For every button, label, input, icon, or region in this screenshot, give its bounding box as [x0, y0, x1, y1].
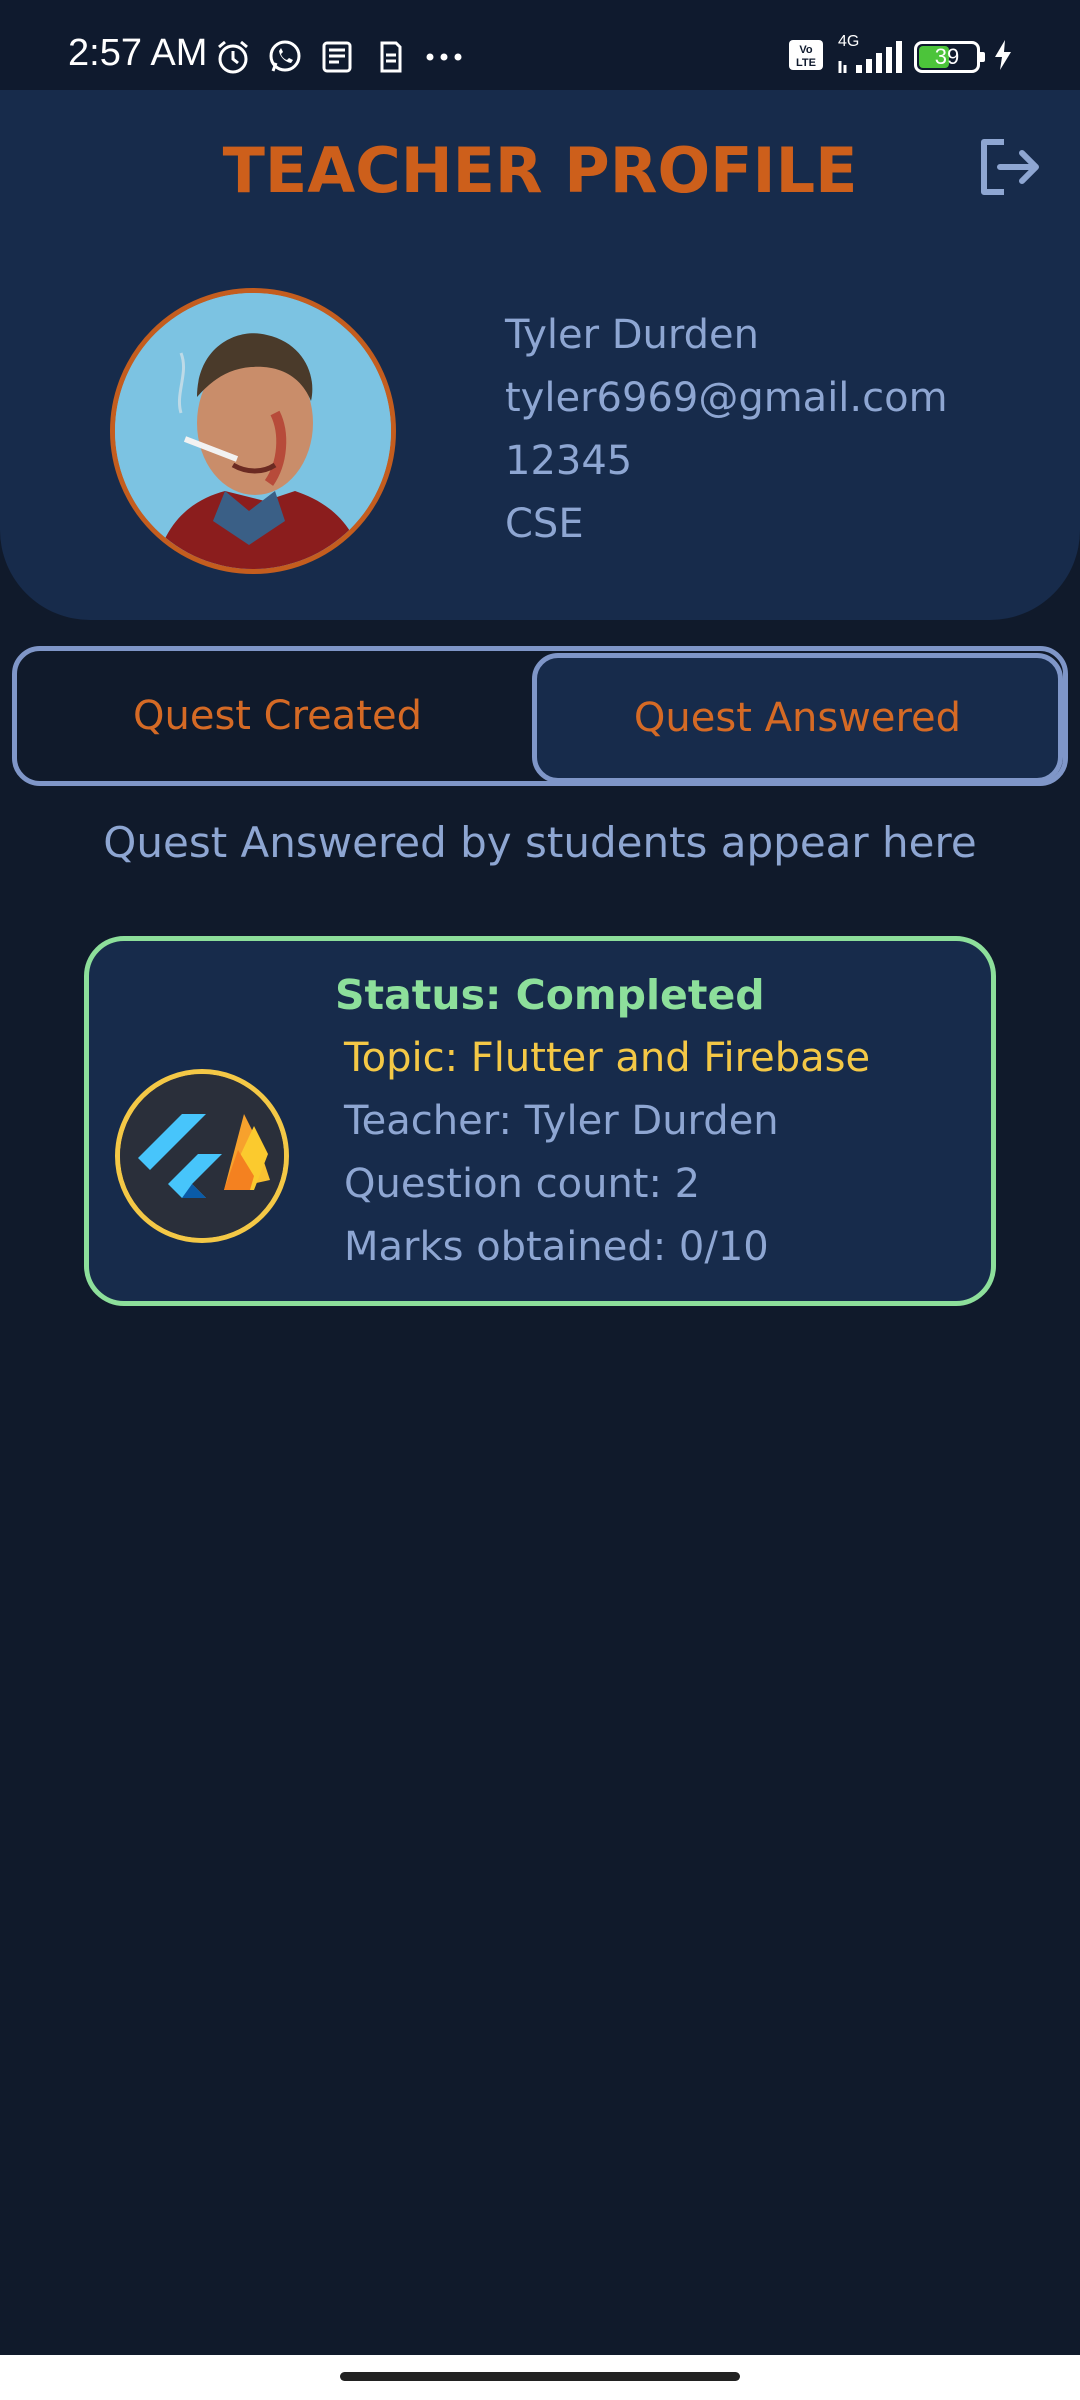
- status-bar: 2:57 AM Vo LTE 4G 39: [0, 0, 1080, 90]
- battery-icon: 39: [914, 41, 985, 73]
- status-icons-right: Vo LTE 4G 39: [788, 33, 1014, 76]
- avatar: [110, 288, 396, 574]
- alarm-icon: [214, 38, 252, 76]
- battery-level: 39: [934, 44, 960, 69]
- profile-department: CSE: [505, 501, 584, 547]
- section-hint: Quest Answered by students appear here: [103, 818, 977, 867]
- logout-button[interactable]: [974, 132, 1044, 202]
- tab-quest-answered[interactable]: Quest Answered: [532, 653, 1063, 783]
- volte-icon: Vo LTE: [788, 38, 824, 76]
- more-dots-icon: [422, 38, 462, 76]
- page-title: TEACHER PROFILE: [222, 134, 858, 207]
- status-time: 2:57 AM: [68, 32, 208, 74]
- flutter-firebase-icon: [115, 1069, 289, 1243]
- profile-email: tyler6969@gmail.com: [505, 375, 948, 421]
- signal-icon: 4G: [836, 33, 902, 75]
- status-icons-left: [214, 38, 462, 76]
- quest-question-count: Question count: 2: [344, 1161, 701, 1207]
- tab-quest-created[interactable]: Quest Created: [17, 651, 538, 781]
- home-indicator[interactable]: [340, 2372, 740, 2381]
- svg-text:LTE: LTE: [796, 57, 816, 69]
- quest-tabs: Quest Created Quest Answered: [12, 646, 1068, 786]
- whatsapp-icon: [266, 38, 304, 76]
- screen: 2:57 AM Vo LTE 4G 39 TEACHER PROFILE Tyl…: [0, 0, 1080, 2400]
- charging-icon: [992, 38, 1014, 76]
- logout-icon: [981, 139, 1039, 195]
- quest-teacher: Teacher: Tyler Durden: [344, 1098, 779, 1144]
- quest-marks: Marks obtained: 0/10: [344, 1224, 769, 1270]
- profile-id: 12345: [505, 438, 633, 484]
- news-icon: [318, 38, 356, 76]
- profile-header: TEACHER PROFILE Tyler Durden tyler6969@g…: [0, 90, 1080, 620]
- quest-card[interactable]: Status: Completed Topic: Flutter and Fir…: [84, 936, 996, 1306]
- profile-info: Tyler Durden tyler6969@gmail.com 12345 C…: [505, 304, 948, 556]
- sim-icon: [370, 38, 408, 76]
- svg-text:Vo: Vo: [799, 44, 813, 56]
- quest-topic: Topic: Flutter and Firebase: [344, 1035, 871, 1081]
- profile-name: Tyler Durden: [505, 312, 760, 358]
- quest-status: Status: Completed: [335, 971, 765, 1019]
